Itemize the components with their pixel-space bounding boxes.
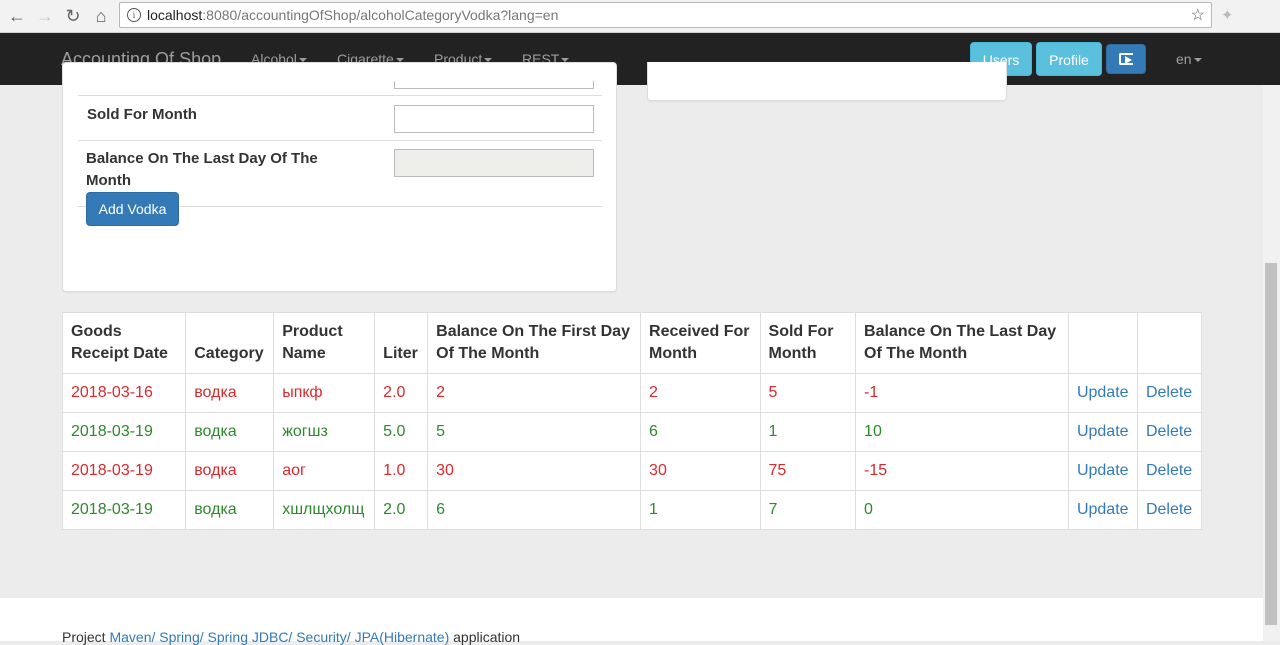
- header-liter: Liter: [374, 312, 429, 374]
- header-update: [1067, 312, 1138, 374]
- cell-received: 2: [640, 373, 761, 413]
- delete-link[interactable]: Delete: [1136, 451, 1203, 491]
- cell-liter: 2.0: [374, 490, 429, 530]
- cell-product-name: жогшз: [273, 412, 376, 452]
- add-vodka-panel: Sold For Month Balance On The Last Day O…: [62, 62, 617, 292]
- footer-text: Project Maven/ Spring/ Spring JDBC/ Secu…: [62, 629, 520, 645]
- header-received-for-month: Received For Month: [640, 312, 761, 374]
- previous-field-input[interactable]: [394, 81, 594, 89]
- cell-product-name: хшлщхолщ: [273, 490, 376, 530]
- forward-icon[interactable]: →: [35, 6, 55, 26]
- footer-prefix: Project: [62, 629, 110, 645]
- footer-project-link[interactable]: Maven/ Spring/ Spring JDBC/ Security/ JP…: [109, 629, 449, 645]
- form-row-sold: Sold For Month: [78, 95, 602, 140]
- side-panel: [647, 62, 1007, 101]
- header-goods-receipt-date: Goods Receipt Date: [61, 312, 187, 374]
- header-product-name: Product Name: [273, 312, 376, 374]
- cell-sold: 1: [759, 412, 857, 452]
- cell-balance-last: 0: [855, 490, 1069, 530]
- cell-liter: 5.0: [374, 412, 429, 452]
- update-link[interactable]: Update: [1067, 451, 1138, 491]
- sold-for-month-input[interactable]: [394, 105, 594, 133]
- caret-down-icon: [1193, 58, 1202, 63]
- cell-sold: 7: [759, 490, 857, 530]
- header-sold-for-month: Sold For Month: [759, 312, 857, 374]
- cell-balance-first: 30: [427, 451, 642, 491]
- goods-table: Goods Receipt Date Category Product Name…: [61, 312, 1203, 530]
- header-balance-last-day: Balance On The Last Day Of The Month: [855, 312, 1069, 374]
- cell-category: водка: [185, 451, 275, 491]
- header-category: Category: [185, 312, 275, 374]
- cell-balance-last: -1: [855, 373, 1069, 413]
- table-row: 2018-03-16 водка ыпкф 2.0 2 2 5 -1 Updat…: [61, 373, 1203, 413]
- address-bar[interactable]: i localhost:8080/accountingOfShop/alcoho…: [119, 2, 1212, 28]
- info-icon[interactable]: i: [127, 8, 141, 22]
- cell-category: водка: [185, 373, 275, 413]
- delete-link[interactable]: Delete: [1136, 373, 1203, 413]
- balance-last-day-input: [394, 149, 594, 177]
- cell-received: 6: [640, 412, 761, 452]
- cell-sold: 5: [759, 373, 857, 413]
- header-delete: [1136, 312, 1203, 374]
- cell-liter: 1.0: [374, 451, 429, 491]
- table-row: 2018-03-19 водка хшлщхолщ 2.0 6 1 7 0 Up…: [61, 490, 1203, 530]
- extension-icon[interactable]: ✦: [1221, 6, 1234, 24]
- balance-last-day-label: Balance On The Last Day Of The Month: [86, 150, 318, 189]
- add-vodka-button[interactable]: Add Vodka: [86, 192, 179, 226]
- update-link[interactable]: Update: [1067, 373, 1138, 413]
- url-text[interactable]: localhost:8080/accountingOfShop/alcoholC…: [147, 7, 558, 23]
- cell-liter: 2.0: [374, 373, 429, 413]
- cell-category: водка: [185, 412, 275, 452]
- cell-date: 2018-03-16: [61, 373, 187, 413]
- cell-balance-first: 6: [427, 490, 642, 530]
- delete-link[interactable]: Delete: [1136, 490, 1203, 530]
- table-row: 2018-03-19 водка жогшз 5.0 5 6 1 10 Upda…: [61, 412, 1203, 452]
- logout-icon: [1119, 52, 1133, 65]
- back-icon[interactable]: ←: [7, 6, 27, 26]
- cell-product-name: ыпкф: [273, 373, 376, 413]
- cell-received: 30: [640, 451, 761, 491]
- cell-balance-last: 10: [855, 412, 1069, 452]
- cell-balance-first: 2: [427, 373, 642, 413]
- scrollbar-thumb[interactable]: [1265, 263, 1277, 625]
- footer: Project Maven/ Spring/ Spring JDBC/ Secu…: [0, 598, 1263, 645]
- cell-date: 2018-03-19: [61, 412, 187, 452]
- cell-product-name: аог: [273, 451, 376, 491]
- logout-button[interactable]: [1106, 44, 1146, 74]
- url-host: localhost: [147, 7, 203, 23]
- cell-balance-last: -15: [855, 451, 1069, 491]
- cell-date: 2018-03-19: [61, 451, 187, 491]
- reload-icon[interactable]: ↻: [63, 6, 83, 26]
- language-label: en: [1176, 51, 1192, 67]
- profile-button[interactable]: Profile: [1036, 42, 1102, 76]
- delete-link[interactable]: Delete: [1136, 412, 1203, 452]
- cell-received: 1: [640, 490, 761, 530]
- footer-suffix: application: [449, 629, 521, 645]
- table-header-row: Goods Receipt Date Category Product Name…: [61, 312, 1203, 374]
- cell-date: 2018-03-19: [61, 490, 187, 530]
- cell-balance-first: 5: [427, 412, 642, 452]
- star-icon[interactable]: ☆: [1191, 5, 1205, 25]
- cell-category: водка: [185, 490, 275, 530]
- cell-sold: 75: [759, 451, 857, 491]
- table-row: 2018-03-19 водка аог 1.0 30 30 75 -15 Up…: [61, 451, 1203, 491]
- header-balance-first-day: Balance On The First Day Of The Month: [427, 312, 642, 374]
- url-path: :8080/accountingOfShop/alcoholCategoryVo…: [202, 7, 559, 23]
- update-link[interactable]: Update: [1067, 490, 1138, 530]
- language-dropdown[interactable]: en: [1176, 51, 1202, 67]
- browser-toolbar: ← → ↻ ⌂ i localhost:8080/accountingOfSho…: [0, 0, 1280, 33]
- update-link[interactable]: Update: [1067, 412, 1138, 452]
- home-icon[interactable]: ⌂: [91, 6, 111, 26]
- sold-for-month-label: Sold For Month: [87, 106, 197, 123]
